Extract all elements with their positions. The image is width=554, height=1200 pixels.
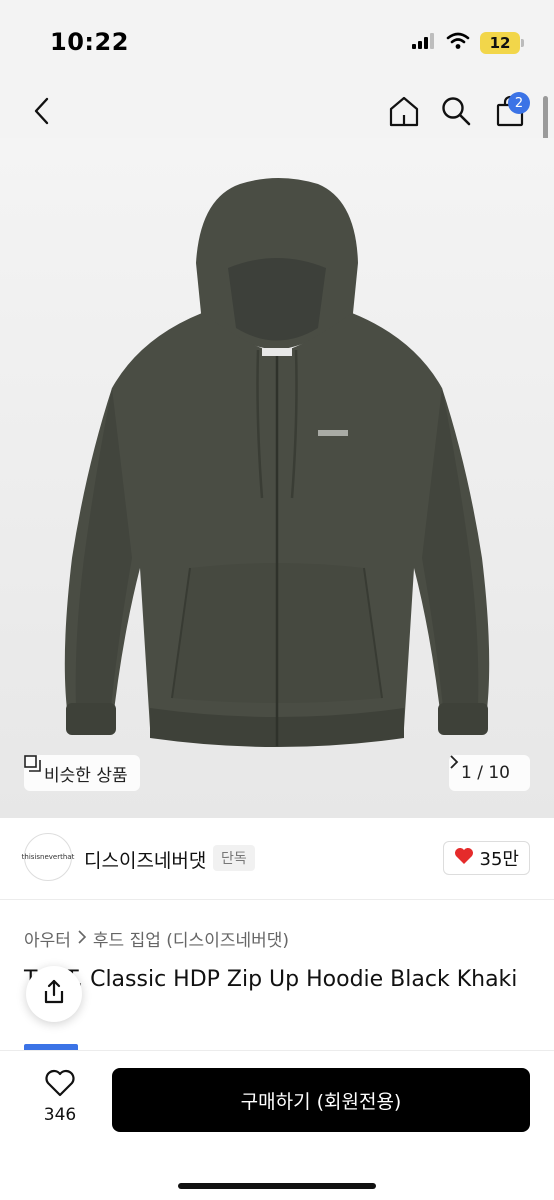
home-button[interactable] <box>382 88 426 138</box>
exclusive-badge: 단독 <box>213 845 255 871</box>
wishlist-count: 346 <box>43 1105 77 1125</box>
wishlist-button[interactable]: 346 <box>28 1069 92 1133</box>
status-time: 10:22 <box>50 28 129 56</box>
shopping-bag-button[interactable]: 2 <box>488 88 532 138</box>
similar-products-button[interactable]: 비슷한 상품 <box>24 755 140 791</box>
nav-bar: 2 <box>0 88 554 138</box>
bottom-action-bar: 346 구매하기 (회원전용) <box>0 1050 554 1200</box>
product-image-gallery[interactable]: 비슷한 상품 1 / 10 <box>0 138 554 818</box>
image-pager[interactable]: 1 / 10 <box>449 755 530 791</box>
chevron-left-icon <box>32 96 52 130</box>
brand-like-button[interactable]: 35만 <box>442 841 530 875</box>
wifi-icon <box>446 32 470 54</box>
brand-name[interactable]: 디스이즈네버댓 <box>84 846 206 873</box>
share-icon <box>42 979 66 1009</box>
status-bar: 10:22 12 <box>0 0 554 88</box>
back-button[interactable] <box>22 88 62 138</box>
breadcrumb-subcategory[interactable]: 후드 집업 (디스이즈네버댓) <box>93 926 289 951</box>
battery-indicator: 12 <box>480 32 524 54</box>
battery-tip <box>521 39 524 47</box>
brand-row: thisisneverthat 디스이즈네버댓 단독 35만 <box>0 818 554 900</box>
battery-level: 12 <box>480 32 520 54</box>
similar-products-label: 비슷한 상품 <box>44 765 128 786</box>
search-button[interactable] <box>434 88 478 138</box>
heart-filled-icon <box>454 847 474 870</box>
brand-like-count: 35만 <box>479 849 519 870</box>
share-button[interactable] <box>26 966 82 1022</box>
brand-logo[interactable]: thisisneverthat <box>22 833 74 881</box>
buy-button[interactable]: 구매하기 (회원전용) <box>112 1068 530 1132</box>
search-icon <box>440 95 472 131</box>
category-breadcrumb: 아우터 후드 집업 (디스이즈네버댓) <box>24 926 289 951</box>
breadcrumb-category[interactable]: 아우터 <box>24 926 71 951</box>
home-icon <box>387 94 421 132</box>
cart-count-badge: 2 <box>508 92 530 114</box>
hoodie-image <box>0 138 554 818</box>
breadcrumb-chevron-icon <box>77 929 87 949</box>
heart-outline-icon <box>45 1069 75 1101</box>
home-indicator <box>178 1183 376 1189</box>
signal-icon <box>412 33 436 53</box>
status-icons: 12 <box>412 32 524 54</box>
pager-text: 1 / 10 <box>461 763 510 783</box>
product-title: T.N.T. Classic HDP Zip Up Hoodie Black K… <box>24 967 518 992</box>
